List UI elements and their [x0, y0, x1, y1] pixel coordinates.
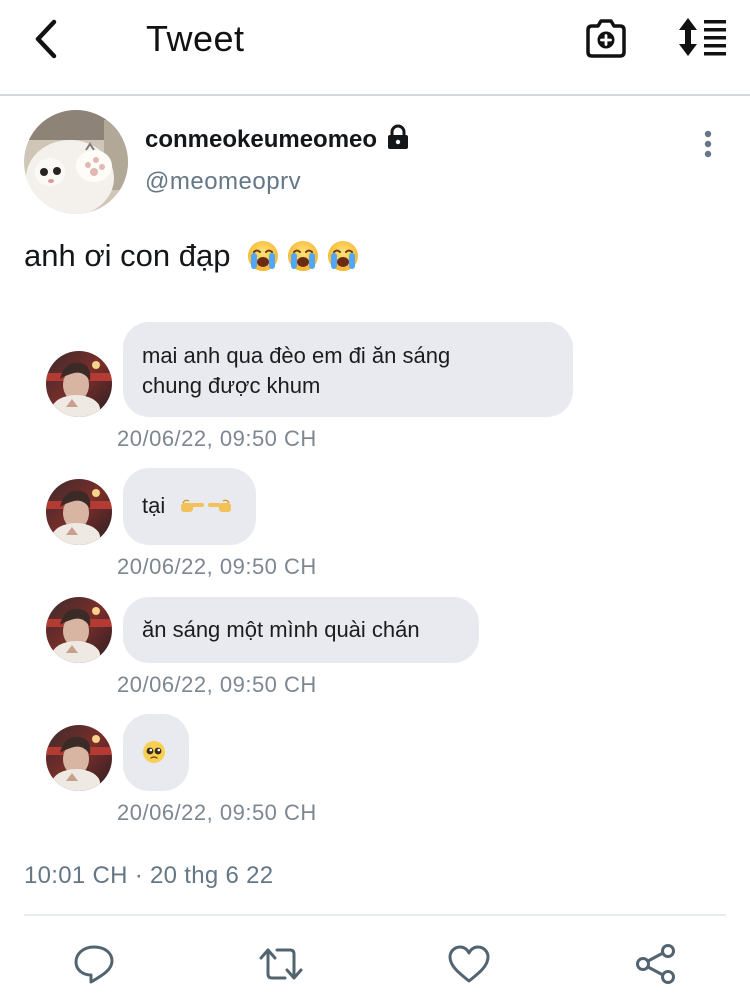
retweet-icon[interactable]	[259, 942, 303, 986]
top-bar: Tweet	[0, 0, 750, 96]
author-name-row[interactable]: conmeokeumeomeo	[145, 124, 411, 154]
message-bubble	[123, 714, 189, 791]
message-line: mai anh qua đèo em đi ăn sáng	[142, 343, 451, 368]
sender-avatar	[46, 725, 112, 791]
message-bubble: tại	[123, 468, 256, 545]
tweet-text: anh ơi con đạp	[24, 238, 359, 274]
tweet-timestamp: 10:01 CH · 20 thg 6 22	[24, 862, 274, 889]
message-text: ăn sáng một mình quài chán	[142, 617, 420, 642]
message-text: tại	[142, 493, 166, 518]
message-time: 20/06/22, 09:50 CH	[117, 672, 317, 697]
sender-avatar	[46, 479, 112, 545]
page-title: Tweet	[146, 18, 245, 59]
author-display-name: conmeokeumeomeo	[145, 126, 378, 153]
author-handle: @meomeoprv	[145, 168, 302, 195]
message-time: 20/06/22, 09:50 CH	[117, 554, 317, 579]
crying-face-emoji-icon	[328, 241, 359, 271]
reply-icon[interactable]	[72, 942, 116, 986]
back-arrow-icon[interactable]	[28, 18, 68, 60]
divider	[24, 914, 726, 916]
sender-avatar	[46, 597, 112, 663]
pointing-left-emoji-icon	[208, 499, 232, 512]
pointing-right-emoji-icon	[181, 499, 205, 512]
camera-plus-icon[interactable]	[584, 16, 628, 60]
tweet-body: anh ơi con đạp	[24, 238, 231, 273]
sender-avatar	[46, 351, 112, 417]
pleading-face-emoji-icon	[143, 741, 165, 763]
message-bubble: mai anh qua đèo em đi ăn sáng chung được…	[123, 322, 573, 417]
crying-face-emoji-icon	[288, 241, 319, 271]
message-time: 20/06/22, 09:50 CH	[117, 800, 317, 825]
message-line: chung được khum	[142, 373, 321, 398]
sort-icon[interactable]	[676, 16, 728, 58]
message-time: 20/06/22, 09:50 CH	[117, 426, 317, 451]
author-avatar[interactable]	[24, 110, 128, 214]
like-icon[interactable]	[447, 942, 491, 986]
crying-face-emoji-icon	[248, 241, 279, 271]
message-bubble: ăn sáng một mình quài chán	[123, 597, 479, 663]
share-icon[interactable]	[634, 942, 678, 986]
more-options-icon[interactable]	[694, 128, 722, 160]
lock-icon	[388, 124, 409, 149]
